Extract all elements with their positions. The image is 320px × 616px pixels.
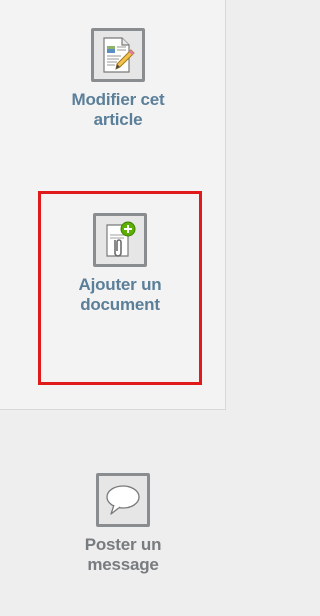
modify-article-button[interactable]: Modifier cet article	[38, 28, 198, 130]
speech-bubble-icon	[96, 473, 150, 527]
add-document-label-line2: document	[80, 295, 160, 314]
edit-document-icon	[91, 28, 145, 82]
post-message-button[interactable]: Poster un message	[43, 473, 203, 575]
add-document-label-line1: Ajouter un	[78, 275, 162, 294]
attach-document-icon	[93, 213, 147, 267]
add-document-button[interactable]: Ajouter un document	[38, 190, 202, 315]
page: Modifier cet article Ajouter un document	[0, 0, 252, 616]
post-message-label-line2: message	[87, 555, 159, 574]
post-message-label-line1: Poster un	[84, 535, 162, 554]
post-message-label: Poster un message	[43, 535, 203, 575]
modify-article-label-line1: Modifier cet	[71, 90, 165, 109]
modify-article-label: Modifier cet article	[38, 90, 198, 130]
add-document-label: Ajouter un document	[38, 275, 202, 315]
modify-article-label-line2: article	[93, 110, 143, 129]
